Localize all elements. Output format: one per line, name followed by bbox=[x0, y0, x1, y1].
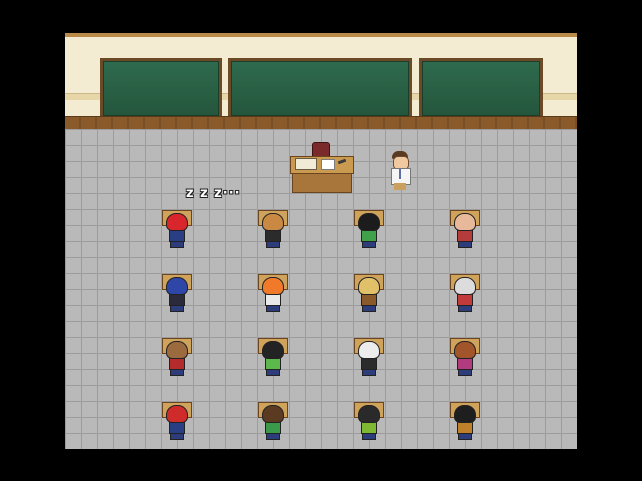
student-13[interactable] bbox=[161, 402, 193, 449]
student-legs bbox=[266, 369, 280, 376]
student-hair bbox=[166, 213, 188, 231]
student-legs bbox=[458, 305, 472, 312]
student-legs bbox=[170, 369, 184, 376]
student-hair bbox=[262, 213, 284, 231]
student-5[interactable] bbox=[161, 274, 193, 322]
teacher-tie bbox=[399, 169, 401, 179]
student-legs bbox=[266, 305, 280, 312]
student-4[interactable] bbox=[449, 210, 481, 258]
desk-front bbox=[292, 173, 352, 193]
teacher-character[interactable] bbox=[389, 151, 411, 191]
student-hair bbox=[166, 405, 188, 423]
student-hair bbox=[262, 341, 284, 359]
student-legs bbox=[170, 241, 184, 248]
classroom-wall bbox=[65, 33, 577, 122]
student-hair bbox=[358, 405, 380, 423]
open-book-icon bbox=[295, 158, 317, 170]
student-hair bbox=[454, 277, 476, 295]
student-legs bbox=[458, 369, 472, 376]
student-legs bbox=[170, 433, 184, 440]
chalkboard-right bbox=[419, 58, 543, 122]
student-hair bbox=[262, 277, 284, 295]
student-legs bbox=[266, 241, 280, 248]
student-11[interactable] bbox=[353, 338, 385, 386]
student-legs bbox=[362, 241, 376, 248]
student-hair bbox=[166, 277, 188, 295]
student-legs bbox=[266, 433, 280, 440]
student-7[interactable] bbox=[353, 274, 385, 322]
student-hair bbox=[454, 213, 476, 231]
student-legs bbox=[362, 369, 376, 376]
student-legs bbox=[362, 433, 376, 440]
student-9[interactable] bbox=[161, 338, 193, 386]
student-10[interactable] bbox=[257, 338, 289, 386]
student-12[interactable] bbox=[449, 338, 481, 386]
student-16[interactable] bbox=[449, 402, 481, 449]
teacher-legs bbox=[394, 183, 406, 190]
student-legs bbox=[362, 305, 376, 312]
student-hair bbox=[358, 213, 380, 231]
student-6[interactable] bbox=[257, 274, 289, 322]
student-hair bbox=[358, 341, 380, 359]
student-legs bbox=[458, 433, 472, 440]
student-14[interactable] bbox=[257, 402, 289, 449]
student-2[interactable] bbox=[257, 210, 289, 258]
chalkboard-left bbox=[100, 58, 222, 122]
student-1[interactable] bbox=[161, 210, 193, 258]
student-legs bbox=[458, 241, 472, 248]
paper-icon bbox=[321, 159, 335, 170]
wood-rail bbox=[65, 116, 577, 130]
student-15[interactable] bbox=[353, 402, 385, 449]
student-hair bbox=[454, 405, 476, 423]
student-hair bbox=[166, 341, 188, 359]
student-8[interactable] bbox=[449, 274, 481, 322]
student-hair bbox=[262, 405, 284, 423]
sleep-zzz-icon: z z z··· bbox=[186, 186, 241, 201]
student-hair bbox=[358, 277, 380, 295]
teacher-desk[interactable] bbox=[290, 142, 354, 193]
student-hair bbox=[454, 341, 476, 359]
student-3[interactable] bbox=[353, 210, 385, 258]
wall-trim bbox=[65, 33, 577, 37]
chalkboard-center bbox=[228, 58, 412, 122]
classroom-scene: z z z··· bbox=[65, 33, 577, 449]
student-legs bbox=[170, 305, 184, 312]
